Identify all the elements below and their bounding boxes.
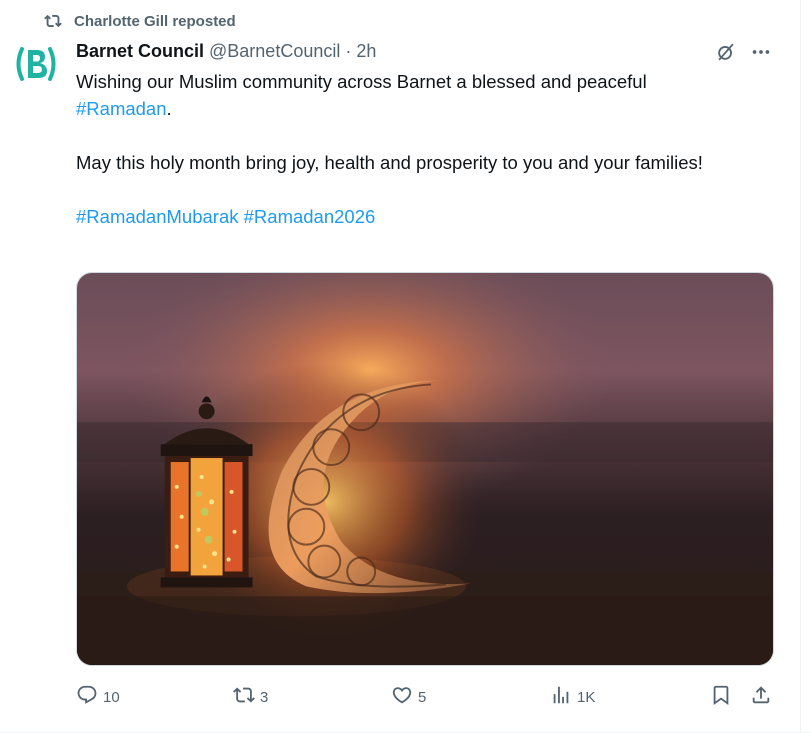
repost-text: Charlotte Gill reposted	[74, 12, 236, 30]
post-paragraph-3: #RamadanMubarak #Ramadan2026	[76, 203, 766, 230]
separator-dot: ·	[345, 40, 352, 61]
author-handle[interactable]: @BarnetCouncil	[209, 41, 340, 62]
action-bar: 10 3 5 1K	[76, 684, 776, 710]
views-button[interactable]: 1K	[550, 684, 595, 710]
column-divider	[800, 0, 801, 733]
post-timestamp[interactable]: 2h	[356, 41, 376, 62]
like-count: 5	[418, 688, 427, 706]
grok-icon[interactable]	[714, 40, 738, 64]
reply-icon	[76, 684, 98, 710]
author-display-name[interactable]: Barnet Council	[76, 41, 204, 62]
repost-button[interactable]: 3	[233, 684, 268, 710]
ramadan-lantern-crescent-image	[77, 273, 773, 665]
post-text: Wishing our Muslim community across Barn…	[76, 68, 766, 230]
reply-count: 10	[103, 688, 120, 706]
post-paragraph-1: Wishing our Muslim community across Barn…	[76, 68, 766, 122]
bookmark-icon	[710, 684, 732, 710]
views-count: 1K	[577, 688, 596, 706]
avatar[interactable]	[12, 40, 60, 88]
hashtag-ramadan-mubarak[interactable]: #RamadanMubarak	[76, 206, 238, 227]
tweet-card[interactable]: Charlotte Gill reposted Barnet Council @…	[0, 0, 811, 733]
post-line-1: Wishing our Muslim community across Barn…	[76, 71, 647, 92]
post-line-1-end: .	[166, 98, 172, 119]
repost-indicator[interactable]: Charlotte Gill reposted	[44, 10, 236, 32]
share-button[interactable]	[750, 684, 772, 710]
repost-icon	[44, 12, 62, 30]
heart-icon	[391, 684, 413, 710]
post-paragraph-2: May this holy month bring joy, health an…	[76, 152, 703, 173]
hashtag-ramadan-2026[interactable]: #Ramadan2026	[244, 206, 376, 227]
post-image[interactable]	[76, 272, 774, 666]
share-icon	[750, 684, 772, 710]
barnet-council-logo	[16, 47, 56, 81]
views-icon	[550, 684, 572, 710]
repost-icon	[233, 684, 255, 710]
reply-button[interactable]: 10	[76, 684, 120, 710]
more-icon[interactable]	[749, 40, 773, 64]
like-button[interactable]: 5	[391, 684, 426, 710]
bookmark-button[interactable]	[710, 684, 732, 710]
hashtag-ramadan[interactable]: #Ramadan	[76, 98, 167, 119]
repost-count: 3	[260, 688, 269, 706]
post-header: Barnet Council @BarnetCouncil · 2h	[76, 38, 376, 64]
